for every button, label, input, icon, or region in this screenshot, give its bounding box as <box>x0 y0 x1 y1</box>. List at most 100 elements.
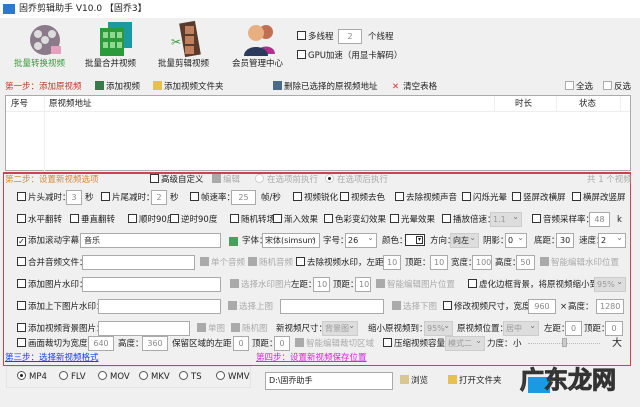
blur-shrink-select[interactable]: 95% <box>594 275 626 292</box>
clear-table-button[interactable]: ✕ 清空表格 <box>392 80 437 94</box>
transition-checkbox[interactable]: 随机转场 <box>230 213 275 227</box>
crop-width-input[interactable]: 640 <box>88 336 114 351</box>
bg-top-input[interactable]: 0 <box>605 321 623 336</box>
format-ts[interactable]: TS <box>179 370 202 384</box>
after-radio[interactable]: 在选项后执行 <box>325 173 388 187</box>
choose-watermark-image-button[interactable]: 选择水印图片 <box>230 278 292 292</box>
tail-cut-checkbox[interactable]: 片尾减时： <box>101 191 155 205</box>
smart-crop-button[interactable]: 智能编辑裁切区域 <box>295 337 374 351</box>
top-image-input[interactable] <box>98 299 221 314</box>
single-audio-button[interactable]: 单个音频 <box>200 256 245 270</box>
select-all-checkbox[interactable]: 全选 <box>565 80 593 94</box>
sample-input[interactable]: 48 <box>589 212 610 227</box>
color-picker[interactable]: ▾ <box>405 234 425 246</box>
shadow-select[interactable]: 0 <box>505 231 527 248</box>
head-cut-input[interactable]: 3 <box>66 190 82 205</box>
fps-input[interactable]: 25 <box>231 190 256 205</box>
sample-checkbox[interactable]: 音频采样率： <box>532 213 594 227</box>
cw-checkbox[interactable]: 顺时90度 <box>128 213 175 227</box>
multithread-checkbox[interactable]: 多线程 <box>297 30 334 44</box>
resize-checkbox[interactable]: 修改视频尺寸，宽度： <box>443 300 539 314</box>
speed-select[interactable]: 1.1 <box>490 210 522 227</box>
tb-watermark-checkbox[interactable]: 添加上下图片水印： <box>17 300 105 314</box>
h2v-checkbox[interactable]: 横屏改竖屏 <box>572 191 626 205</box>
gpu-checkbox[interactable]: GPU加速（用显卡解码） <box>297 49 402 63</box>
img-left-input[interactable]: 10 <box>313 277 330 292</box>
scroll-speed-select[interactable]: 2 <box>598 231 626 248</box>
crop-checkbox[interactable]: 画面裁切为宽度： <box>17 337 96 351</box>
crop-height-input[interactable]: 360 <box>142 336 168 351</box>
wm-left-input[interactable]: 10 <box>383 255 401 270</box>
format-mkv[interactable]: MKV <box>139 370 170 384</box>
gray-checkbox[interactable]: 视频去色 <box>340 191 385 205</box>
format-wmv[interactable]: WMV <box>216 370 250 384</box>
sharpen-checkbox[interactable]: 视频锐化 <box>293 191 338 205</box>
mute-checkbox[interactable]: 去除视频声音 <box>395 191 457 205</box>
bottom-image-input[interactable] <box>280 299 384 314</box>
random-image-button[interactable]: 随机图 <box>231 322 268 336</box>
browse-button[interactable]: 浏览 <box>400 374 428 388</box>
smart-watermark-button[interactable]: 智能编辑水印位置 <box>540 256 619 270</box>
bg-image-checkbox[interactable]: 添加视频背景图片： <box>17 322 105 336</box>
speed-checkbox[interactable]: 播放倍速： <box>442 213 496 227</box>
subtitle-input[interactable]: 音乐 <box>80 233 221 248</box>
compress-mode-select[interactable]: 模式二 <box>445 334 485 351</box>
random-audio-button[interactable]: 随机音频 <box>248 256 293 270</box>
save-path-input[interactable]: D:\固乔助手 <box>265 372 393 390</box>
vflip-checkbox[interactable]: 垂直翻转 <box>70 213 115 227</box>
wm-top-input[interactable]: 10 <box>430 255 448 270</box>
open-folder-button[interactable]: 打开文件夹 <box>448 374 502 388</box>
halo-checkbox[interactable]: 光晕效果 <box>390 213 435 227</box>
subtitle-checkbox[interactable]: 添加滚动字幕： <box>17 234 88 248</box>
advanced-checkbox[interactable]: 高级自定义 <box>150 173 204 187</box>
head-cut-checkbox[interactable]: 片头减时： <box>17 191 71 205</box>
ccw-checkbox[interactable]: 逆时90度 <box>170 213 217 227</box>
image-watermark-checkbox[interactable]: 添加图片水印： <box>17 278 88 292</box>
position-select[interactable]: 居中 <box>503 319 539 336</box>
crop-top-input[interactable]: 0 <box>274 336 290 351</box>
merge-audio-checkbox[interactable]: 合并音频文件： <box>17 256 88 270</box>
font-select[interactable]: 宋体(simsun) <box>262 233 320 248</box>
remove-watermark-checkbox[interactable]: 去除视频水印，左距： <box>296 256 392 270</box>
format-mp4[interactable]: MP4 <box>17 370 47 384</box>
bottom-input[interactable]: 30 <box>556 233 574 248</box>
blur-border-checkbox[interactable]: 虚化边框背景，将原视频缩小到： <box>468 278 607 292</box>
fps-checkbox[interactable]: 帧速率： <box>190 191 235 205</box>
image-watermark-input[interactable] <box>82 277 221 292</box>
fadein-checkbox[interactable]: 渐入效果 <box>273 213 318 227</box>
size-select[interactable]: 26 <box>345 231 377 248</box>
hflip-checkbox[interactable]: 水平翻转 <box>17 213 62 227</box>
edit-button[interactable]: 编辑 <box>212 173 240 187</box>
strength-slider[interactable] <box>528 338 600 347</box>
bg-left-input[interactable]: 0 <box>565 321 582 336</box>
video-table[interactable]: 序号 原视频地址 时长 状态 <box>5 95 631 172</box>
add-folder-button[interactable]: 添加视频文件夹 <box>153 80 224 94</box>
add-video-button[interactable]: 添加视频 <box>95 80 140 94</box>
img-top-input[interactable]: 10 <box>355 277 371 292</box>
choose-bottom-button[interactable]: 选择下图 <box>392 300 437 314</box>
single-image-button[interactable]: 单图 <box>197 322 225 336</box>
resize-height-input[interactable]: 1280 <box>596 299 624 314</box>
before-radio[interactable]: 在选项前执行 <box>255 173 318 187</box>
new-size-select[interactable]: 背景图 <box>322 319 358 336</box>
threads-input[interactable]: 2 <box>338 29 362 44</box>
wm-width-input[interactable]: 100 <box>472 255 492 270</box>
smart-image-button[interactable]: 智能编辑图片位置 <box>376 278 455 292</box>
format-mov[interactable]: MOV <box>98 370 130 384</box>
delete-selected-button[interactable]: 删除已选择的原视频地址 <box>273 80 378 94</box>
resize-width-input[interactable]: 960 <box>528 299 556 314</box>
color-effect-checkbox[interactable]: 色彩变幻效果 <box>324 213 386 227</box>
format-flv[interactable]: FLV <box>59 370 86 384</box>
refresh-icon[interactable] <box>229 237 238 246</box>
tail-cut-input[interactable]: 2 <box>151 190 167 205</box>
compress-checkbox[interactable]: 压缩视频容量 <box>383 337 445 351</box>
slider-thumb[interactable] <box>561 338 567 347</box>
flash-checkbox[interactable]: 闪烁光晕 <box>462 191 507 205</box>
choose-top-button[interactable]: 选择上图 <box>228 300 273 314</box>
merge-audio-input[interactable] <box>82 255 195 270</box>
shrink-select[interactable]: 95% <box>424 319 453 336</box>
invert-checkbox[interactable]: 反选 <box>603 80 631 94</box>
v2h-checkbox[interactable]: 竖屏改横屏 <box>512 191 566 205</box>
bg-image-input[interactable] <box>98 321 190 336</box>
wm-height-input[interactable]: 50 <box>516 255 535 270</box>
